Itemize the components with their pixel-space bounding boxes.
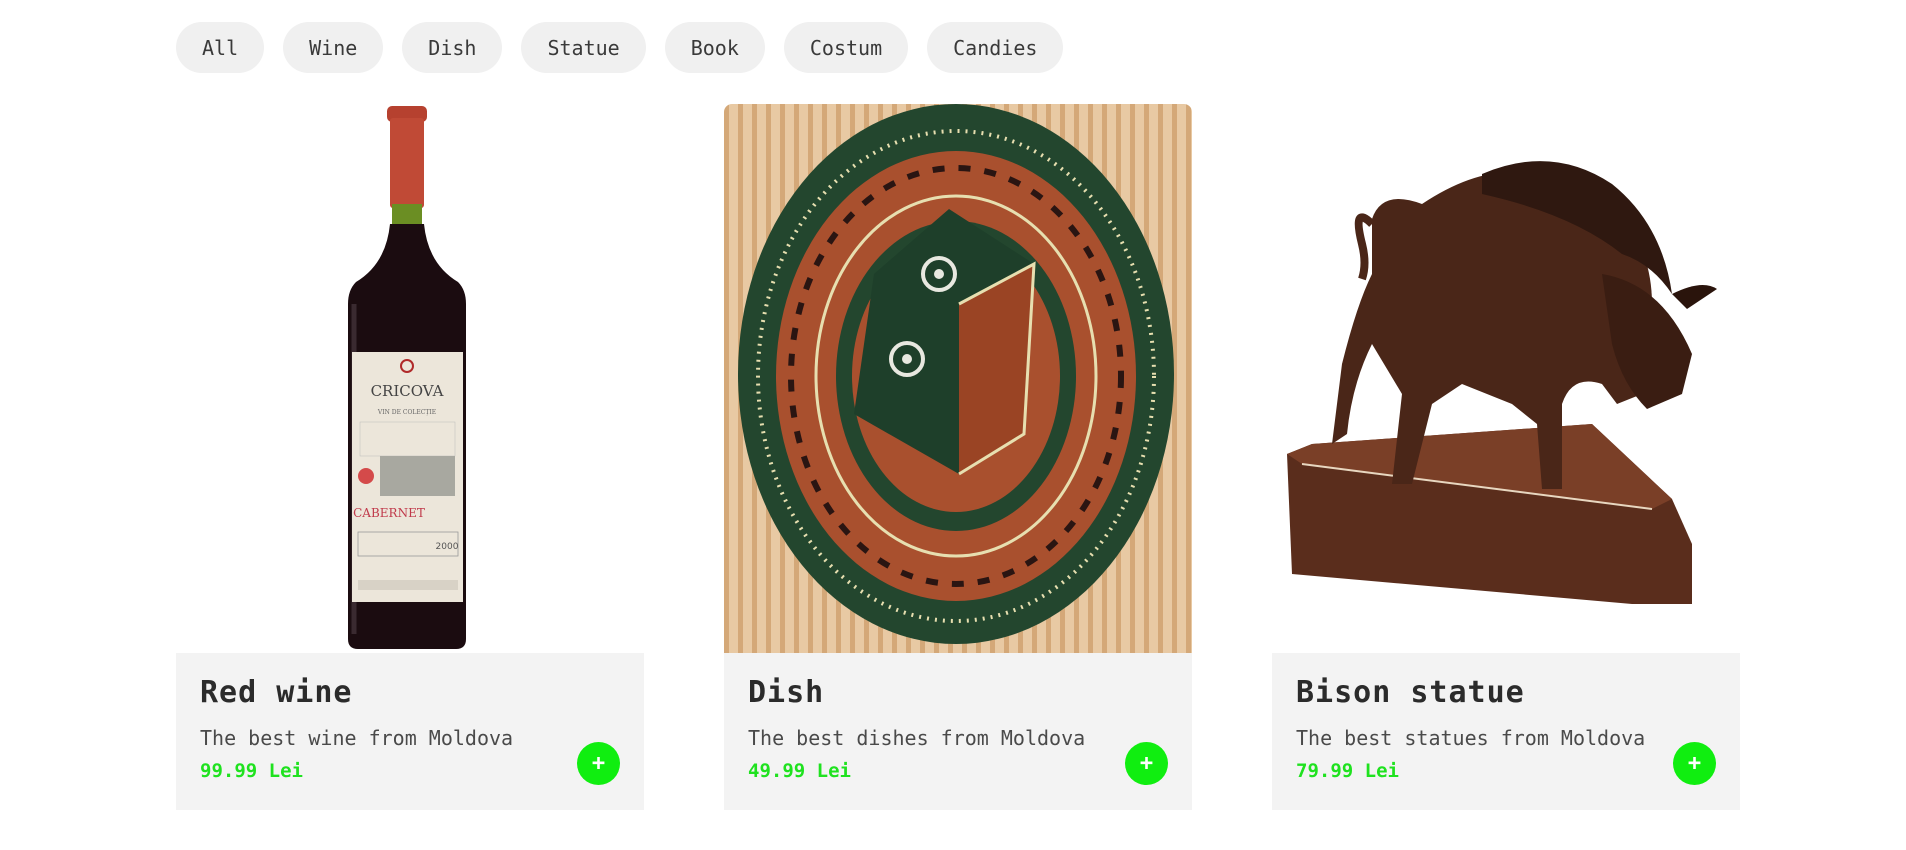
- product-card-dish[interactable]: Dish The best dishes from Moldova 49.99 …: [724, 104, 1192, 810]
- product-card-bison-statue[interactable]: Bison statue The best statues from Moldo…: [1272, 104, 1740, 810]
- wine-bottle-image: CRICOVA VIN DE COLECȚIE CABERNET 2000: [176, 104, 644, 653]
- product-title: Bison statue: [1296, 675, 1525, 710]
- product-grid: CRICOVA VIN DE COLECȚIE CABERNET 2000 Re…: [176, 104, 1740, 810]
- product-price: 49.99 Lei: [748, 760, 851, 782]
- product-price: 99.99 Lei: [200, 760, 303, 782]
- add-to-cart-button[interactable]: +: [1673, 742, 1716, 785]
- product-info: Bison statue The best statues from Moldo…: [1272, 653, 1740, 810]
- product-info: Dish The best dishes from Moldova 49.99 …: [724, 653, 1192, 810]
- product-description: The best wine from Moldova: [200, 726, 514, 750]
- filter-book[interactable]: Book: [664, 22, 765, 73]
- product-description: The best dishes from Moldova: [748, 726, 1086, 750]
- product-info: Red wine The best wine from Moldova 99.9…: [176, 653, 644, 810]
- product-description: The best statues from Moldova: [1296, 726, 1646, 750]
- product-title: Red wine: [200, 675, 353, 710]
- ceramic-dish-image: [724, 104, 1192, 653]
- filter-dish[interactable]: Dish: [402, 22, 503, 73]
- product-price: 79.99 Lei: [1296, 760, 1399, 782]
- wine-label-brand: CRICOVA: [371, 382, 444, 400]
- wine-label-year: 2000: [436, 542, 459, 552]
- wine-label-variety: CABERNET: [353, 506, 425, 520]
- filter-all[interactable]: All: [176, 22, 265, 73]
- filter-wine[interactable]: Wine: [283, 22, 384, 73]
- wine-label-sub: VIN DE COLECȚIE: [377, 409, 436, 416]
- filter-costum[interactable]: Costum: [783, 22, 909, 73]
- bison-statue-image: [1272, 104, 1740, 653]
- product-card-red-wine[interactable]: CRICOVA VIN DE COLECȚIE CABERNET 2000 Re…: [176, 104, 644, 810]
- add-to-cart-button[interactable]: +: [1125, 742, 1168, 785]
- product-title: Dish: [748, 675, 825, 710]
- add-to-cart-button[interactable]: +: [577, 742, 620, 785]
- filter-candies[interactable]: Candies: [927, 22, 1064, 73]
- filter-statue[interactable]: Statue: [521, 22, 646, 73]
- category-filters: All Wine Dish Statue Book Costum Candies: [176, 22, 1064, 73]
